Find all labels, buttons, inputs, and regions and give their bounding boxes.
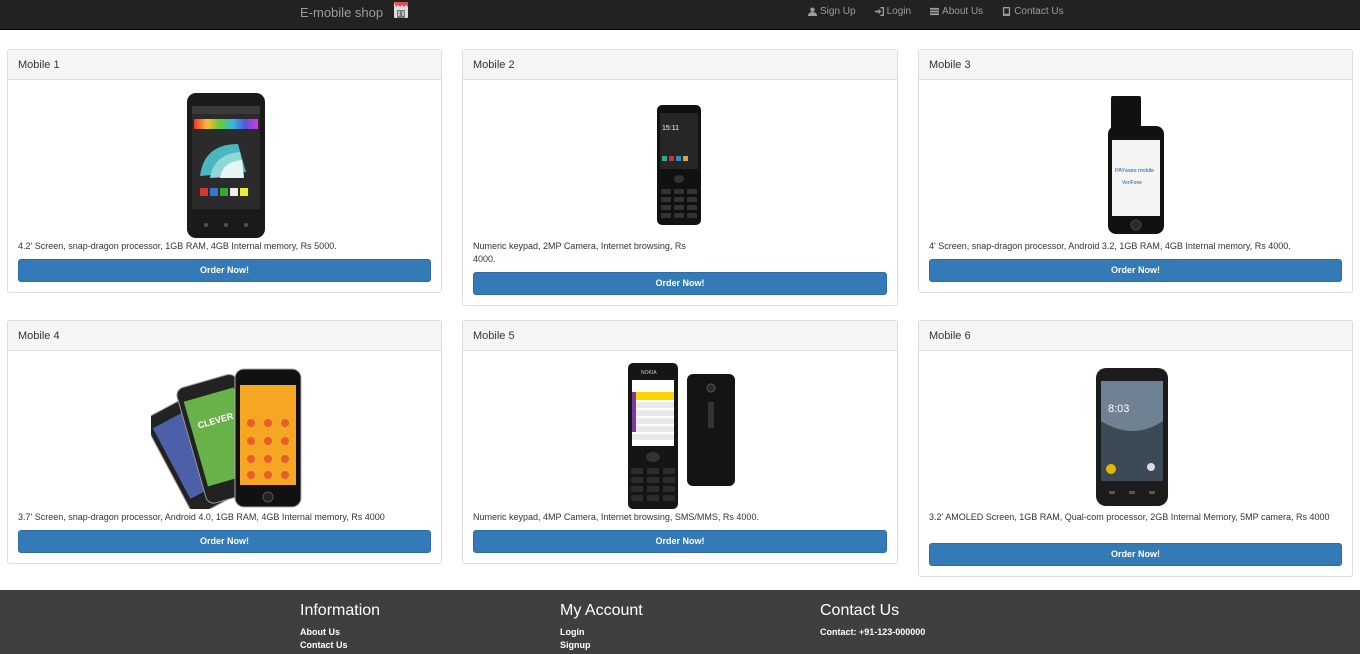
order-button[interactable]: Order Now!	[929, 259, 1342, 282]
product-description: Numeric keypad, 4MP Camera, Internet bro…	[473, 512, 759, 522]
footer-contact-title: Contact Us	[820, 602, 900, 619]
nav-login-label: Login	[886, 6, 912, 17]
footer-contact: Contact Us Contact: +91-123-000000	[820, 602, 925, 639]
product-card: Mobile 3 PAYware mobile VeriFone 4' Scre…	[918, 49, 1353, 293]
footer-information: Information About Us Contact Us	[300, 602, 380, 652]
product-description: Numeric keypad, 2MP Camera, Internet bro…	[473, 241, 686, 264]
phone-image: PAYware mobile VeriFone	[1108, 96, 1164, 234]
footer-contact-phone: Contact: +91-123-000000	[820, 627, 926, 637]
footer-link-login[interactable]: Login	[560, 626, 643, 639]
product-title: Mobile 5	[463, 321, 897, 351]
product-description: 4' Screen, snap-dragon processor, Androi…	[929, 241, 1291, 251]
shop-icon	[394, 2, 408, 18]
phone-screen-brand: NOKIA	[641, 370, 657, 376]
footer-link-signup[interactable]: Signup	[560, 639, 643, 652]
brand-link[interactable]: E-mobile shop	[300, 5, 383, 20]
footer-link-about[interactable]: About Us	[300, 626, 380, 639]
phone-image: CLEVER	[151, 368, 302, 509]
nav-contact-label: Contact Us	[1014, 6, 1064, 17]
list-icon	[930, 7, 940, 16]
order-button[interactable]: Order Now!	[929, 543, 1342, 566]
nav-about-label: About Us	[942, 6, 984, 17]
nav-contact[interactable]: Contact Us	[1002, 6, 1064, 17]
product-card: Mobile 2 15:11 Numeric keypad, 2MP Camer…	[462, 49, 898, 306]
footer-account-title: My Account	[560, 602, 643, 619]
nav-login[interactable]: Login	[874, 6, 912, 17]
product-card: Mobile 6 8:03 3.2' AMOLED Screen, 1GB RA…	[918, 320, 1353, 577]
product-title: Mobile 3	[919, 50, 1352, 80]
product-card: Mobile 4 CLEVER 3.7' Screen, snap-dragon	[7, 320, 442, 564]
product-title: Mobile 1	[8, 50, 441, 80]
nav-signup[interactable]: Sign Up	[808, 6, 856, 17]
phone-image	[187, 93, 265, 238]
nav-about[interactable]: About Us	[930, 6, 983, 17]
product-title: Mobile 4	[8, 321, 441, 351]
footer-account: My Account Login Signup	[560, 602, 643, 652]
navbar: E-mobile shop Sign Up Login About Us Con…	[0, 0, 1360, 30]
phone-image: 15:11	[657, 105, 701, 225]
order-button[interactable]: Order Now!	[18, 530, 431, 553]
product-title: Mobile 2	[463, 50, 897, 80]
footer: Information About Us Contact Us My Accou…	[0, 590, 1360, 654]
user-icon	[808, 7, 817, 16]
footer-link-contact[interactable]: Contact Us	[300, 639, 380, 652]
product-description: 3.7' Screen, snap-dragon processor, Andr…	[18, 512, 385, 522]
order-button[interactable]: Order Now!	[473, 272, 887, 295]
footer-information-title: Information	[300, 602, 381, 619]
phone-screen-time: 8:03	[1108, 403, 1129, 415]
product-title: Mobile 6	[919, 321, 1352, 351]
product-description: 4.2' Screen, snap-dragon processor, 1GB …	[18, 241, 337, 251]
phone-screen-brand: VeriFone	[1122, 180, 1142, 186]
product-card: Mobile 1 4.2' Screen, snap-dragon proces…	[7, 49, 442, 293]
order-button[interactable]: Order Now!	[473, 530, 887, 553]
phone-icon	[1003, 7, 1011, 16]
login-icon	[874, 7, 884, 16]
phone-screen-app: PAYware mobile	[1115, 168, 1154, 174]
order-button[interactable]: Order Now!	[18, 259, 431, 282]
phone-image: NOKIA	[628, 363, 735, 509]
phone-screen-time: 15:11	[662, 125, 679, 132]
phone-image: 8:03	[1096, 368, 1168, 506]
nav-links: Sign Up Login About Us Contact Us	[808, 6, 1064, 17]
product-description: 3.2' AMOLED Screen, 1GB RAM, Qual-com pr…	[929, 512, 1330, 522]
nav-signup-label: Sign Up	[820, 6, 856, 17]
product-card: Mobile 5 NOKIA Numeric keypad, 4MP Camer…	[462, 320, 898, 564]
